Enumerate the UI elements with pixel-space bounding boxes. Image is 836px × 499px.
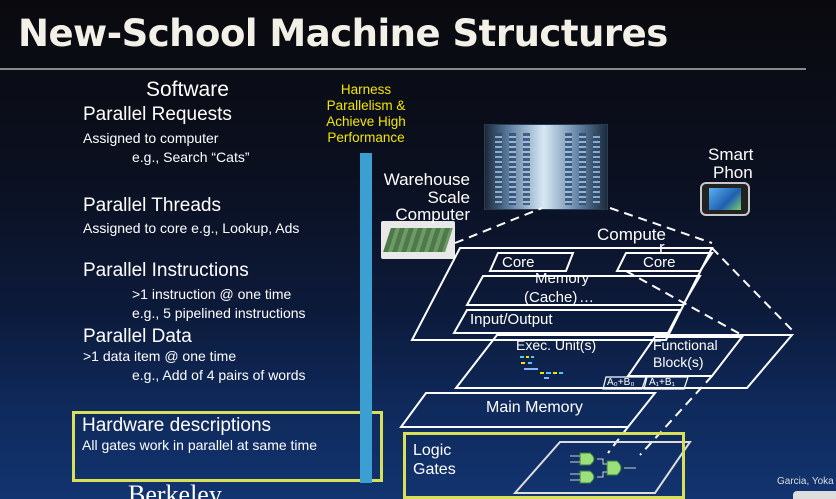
exec-unit-schematic [520, 356, 563, 379]
functional-block-line2: Block(s) [653, 354, 704, 370]
io-label: Input/Output [470, 311, 553, 328]
logic-gates-line2: Gates [413, 461, 456, 478]
zoom-line-left [454, 207, 543, 244]
cache-label: (Cache) [524, 289, 578, 306]
credit-text: Garcia, Yoka [777, 476, 834, 487]
a0b0-label: A₀+B₀ [607, 377, 635, 388]
hardware-hierarchy-diagram [399, 207, 795, 494]
zoom-line-core-right [711, 247, 793, 331]
a1b1-label: A₁+B₁ [649, 377, 675, 388]
cores-ellipsis: … [579, 289, 594, 306]
memory-label: Memory [535, 270, 590, 287]
zoom-line-core-mid [625, 270, 743, 336]
zoom-line-right [609, 207, 713, 244]
logic-gates-line1: Logic [413, 442, 452, 459]
functional-block-line1: Functional [653, 337, 718, 353]
core-right-label: Core [643, 254, 676, 271]
core-left-label: Core [502, 254, 535, 271]
license-badge-icon [793, 491, 836, 499]
berkeley-wordmark: Berkeley [128, 480, 222, 499]
exec-unit-label: Exec. Unit(s) [516, 337, 597, 353]
main-memory-label: Main Memory [486, 399, 583, 416]
